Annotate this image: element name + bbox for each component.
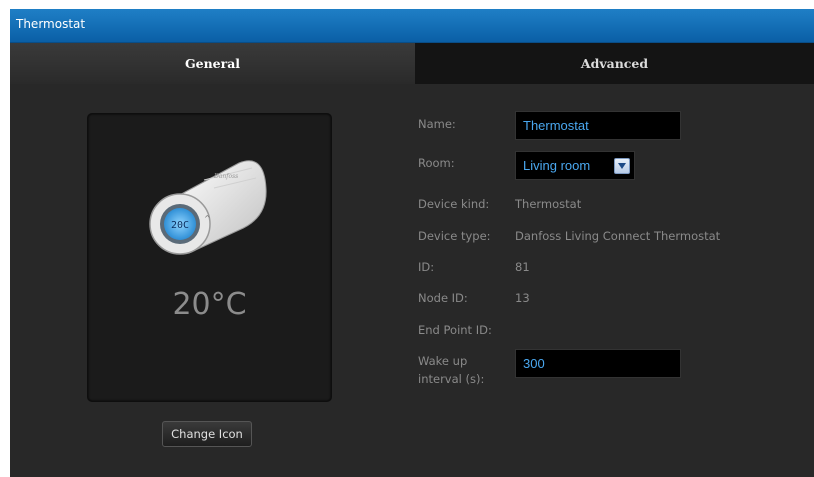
id-value: 81 <box>515 260 530 274</box>
device-kind-value: Thermostat <box>515 197 582 211</box>
room-label: Room: <box>418 156 455 170</box>
wake-up-interval-input[interactable]: 300 <box>515 349 681 378</box>
thermostat-window: Thermostat General Advanced 20C ^ Danfos… <box>10 9 814 477</box>
name-label: Name: <box>418 117 456 131</box>
id-label: ID: <box>418 260 435 274</box>
svg-text:^: ^ <box>204 214 211 223</box>
wake-up-label-line2: interval (s): <box>418 372 485 386</box>
room-select-value: Living room <box>523 158 591 173</box>
device-icon-panel: 20C ^ Danfoss 20°C <box>87 113 332 402</box>
danfoss-thermostat-icon: 20C ^ Danfoss <box>149 160 267 255</box>
node-id-label: Node ID: <box>418 291 468 305</box>
node-id-value: 13 <box>515 291 530 305</box>
window-title: Thermostat <box>16 17 86 31</box>
title-bar: Thermostat <box>10 9 814 43</box>
svg-text:20C: 20C <box>171 220 189 231</box>
device-type-value: Danfoss Living Connect Thermostat <box>515 229 721 243</box>
tab-general[interactable]: General <box>10 43 415 84</box>
device-type-label: Device type: <box>418 229 491 243</box>
name-input[interactable]: Thermostat <box>515 111 681 140</box>
chevron-down-icon[interactable] <box>614 158 630 174</box>
tab-bar: General Advanced <box>10 43 814 84</box>
temperature-readout: 20°C <box>172 287 247 322</box>
wake-up-label-line1: Wake up <box>418 354 468 368</box>
end-point-id-label: End Point ID: <box>418 323 492 337</box>
tab-advanced[interactable]: Advanced <box>415 43 814 84</box>
change-icon-button[interactable]: Change Icon <box>162 421 252 447</box>
device-kind-label: Device kind: <box>418 197 490 211</box>
room-select[interactable]: Living room <box>515 151 635 180</box>
svg-text:Danfoss: Danfoss <box>213 173 238 180</box>
